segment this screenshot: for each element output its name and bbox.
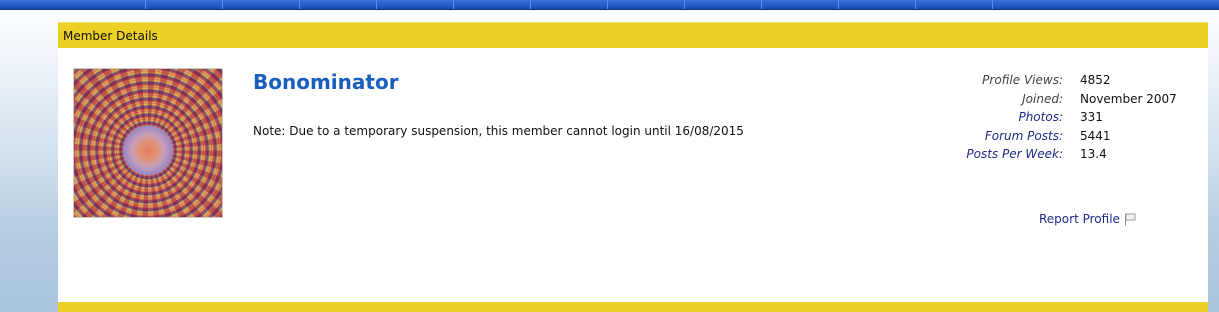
flag-icon	[1124, 213, 1136, 226]
suspension-note: Note: Due to a temporary suspension, thi…	[253, 124, 744, 138]
stat-value: November 2007	[1080, 91, 1177, 106]
photos-link[interactable]: Photos:	[938, 110, 1080, 124]
stat-label: Joined:	[1022, 91, 1063, 106]
stat-row-joined: Joined: November 2007	[938, 90, 1177, 109]
top-navigation-bar	[0, 0, 1219, 10]
nav-tab[interactable]	[685, 0, 762, 9]
posts-per-week-link[interactable]: Posts Per Week:	[938, 147, 1080, 161]
nav-tab[interactable]	[223, 0, 300, 9]
stat-value: 331	[1080, 110, 1103, 125]
nav-tab[interactable]	[454, 0, 531, 9]
nav-tab[interactable]	[916, 0, 993, 9]
report-profile-label: Report Profile	[1039, 212, 1120, 226]
nav-tab[interactable]	[531, 0, 608, 9]
nav-tab[interactable]	[377, 0, 454, 9]
nav-tab[interactable]	[0, 0, 146, 9]
panel-header: Member Details	[58, 22, 1208, 48]
stat-row-profile-views: Profile Views: 4852	[938, 71, 1177, 90]
report-profile-link[interactable]: Report Profile	[1039, 212, 1136, 226]
nav-tab[interactable]	[762, 0, 839, 9]
stat-value: 4852	[1080, 73, 1111, 88]
stat-label: Profile Views:	[982, 73, 1063, 88]
member-name: Bonominator	[253, 70, 399, 94]
member-avatar	[73, 68, 223, 218]
nav-tab[interactable]	[146, 0, 223, 9]
forum-posts-link[interactable]: Forum Posts:	[938, 129, 1080, 143]
nav-tab[interactable]	[839, 0, 916, 9]
stat-row-posts-per-week: Posts Per Week: 13.4	[938, 145, 1177, 164]
nav-tab[interactable]	[300, 0, 377, 9]
stat-value: 5441	[1080, 128, 1111, 143]
member-stats: Profile Views: 4852 Joined: November 200…	[938, 71, 1177, 164]
stat-row-photos: Photos: 331	[938, 108, 1177, 127]
panel-header-title: Member Details	[63, 28, 158, 43]
member-details-panel: Member Details Bonominator Note: Due to …	[58, 22, 1208, 312]
nav-filler	[993, 0, 1219, 9]
stat-value: 13.4	[1080, 147, 1107, 162]
next-panel-header	[58, 302, 1208, 312]
stat-row-forum-posts: Forum Posts: 5441	[938, 127, 1177, 146]
nav-tab[interactable]	[608, 0, 685, 9]
